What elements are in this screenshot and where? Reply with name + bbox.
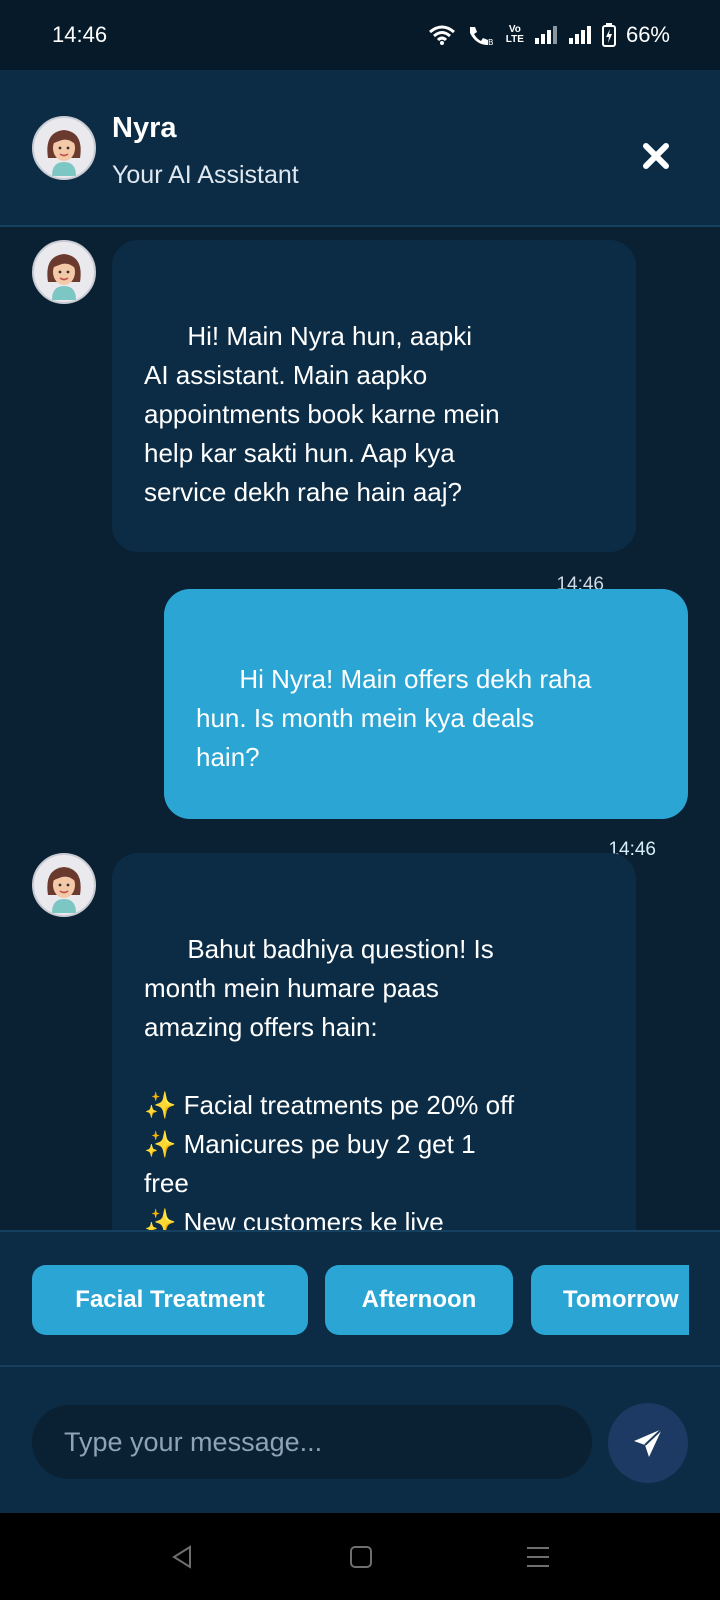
bot-avatar — [32, 240, 96, 304]
message-list[interactable]: Hi! Main Nyra hun, aapki AI assistant. M… — [0, 228, 720, 1230]
svg-text:B: B — [488, 38, 494, 46]
home-button[interactable] — [344, 1540, 378, 1574]
message-text: Bahut badhiya question! Is month mein hu… — [144, 934, 515, 1230]
back-button[interactable] — [165, 1540, 199, 1574]
system-nav-bar — [0, 1513, 720, 1600]
quick-replies: Facial Treatment Afternoon Tomorrow — [0, 1230, 720, 1367]
bot-message-bubble: Bahut badhiya question! Is month mein hu… — [112, 853, 636, 1230]
menu-icon — [527, 1547, 549, 1567]
menu-button[interactable] — [521, 1540, 555, 1574]
quick-reply-chip[interactable]: Facial Treatment — [32, 1265, 308, 1335]
battery-icon — [601, 23, 616, 47]
signal-icon — [568, 25, 592, 45]
volte-icon: Vo LTE — [505, 24, 524, 45]
call-icon: B — [466, 24, 496, 46]
assistant-avatar — [32, 116, 96, 180]
composer — [0, 1367, 720, 1513]
message-input[interactable] — [32, 1405, 592, 1479]
quick-reply-chip[interactable]: Tomorrow — [531, 1265, 689, 1335]
status-bar: 14:46 B Vo LTE 66% — [0, 0, 720, 70]
user-message-bubble: Hi Nyra! Main offers dekh raha hun. Is m… — [164, 589, 688, 860]
send-icon — [634, 1428, 663, 1457]
message-text: Hi! Main Nyra hun, aapki AI assistant. M… — [144, 321, 500, 507]
close-icon — [643, 143, 669, 169]
home-icon — [350, 1546, 372, 1568]
wifi-icon — [428, 24, 456, 46]
chat-header: Nyra Your AI Assistant — [0, 70, 720, 227]
status-icons: B Vo LTE 66% — [428, 22, 670, 48]
close-button[interactable] — [630, 130, 682, 182]
assistant-subtitle: Your AI Assistant — [112, 161, 299, 189]
signal-icon — [534, 25, 558, 45]
battery-percent: 66% — [625, 22, 670, 47]
quick-reply-chip[interactable]: Afternoon — [325, 1265, 513, 1335]
bot-avatar — [32, 853, 96, 917]
bot-message-bubble: Hi! Main Nyra hun, aapki AI assistant. M… — [112, 240, 636, 595]
chat-screen: 14:46 B Vo LTE 66% Nyra Your AI Assistan… — [0, 0, 720, 1600]
message-text: Hi Nyra! Main offers dekh raha hun. Is m… — [196, 664, 592, 772]
status-time: 14:46 — [52, 22, 108, 47]
assistant-name: Nyra — [112, 112, 177, 144]
back-icon — [172, 1545, 191, 1569]
send-button[interactable] — [608, 1403, 688, 1483]
